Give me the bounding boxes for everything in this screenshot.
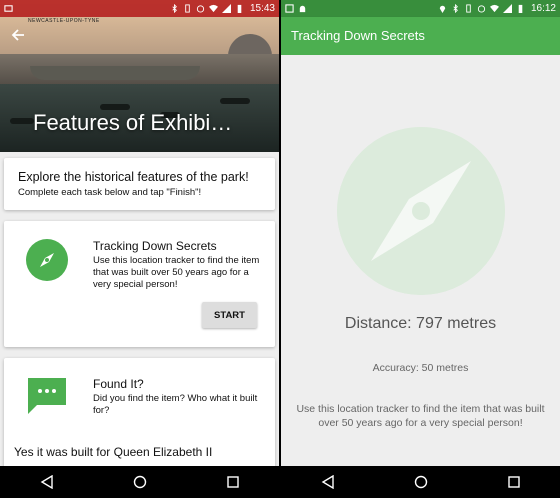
message-icon	[28, 378, 66, 414]
instructions-text: Use this location tracker to find the it…	[296, 403, 545, 429]
intro-title: Explore the historical features of the p…	[18, 170, 249, 184]
nav-back-icon[interactable]	[38, 473, 56, 491]
compass-icon	[337, 127, 505, 295]
status-time: 16:12	[530, 3, 556, 14]
app-bar: Tracking Down Secrets	[281, 17, 560, 55]
task-card-found-it: Found It? Did you find the item? Who wha…	[4, 358, 275, 468]
distance-readout: Distance: 797 metres	[344, 315, 497, 332]
nav-home-icon[interactable]	[131, 473, 149, 491]
signal-icon	[221, 4, 231, 13]
task-description: Did you find the item? Who what it built…	[93, 393, 258, 416]
vibrate-icon	[466, 4, 471, 13]
start-button[interactable]: START	[202, 302, 257, 328]
nav-recents-icon[interactable]	[505, 473, 523, 491]
wifi-icon	[208, 4, 218, 13]
task-title: Tracking Down Secrets	[93, 239, 217, 253]
tracker-content: Distance: 797 metres Accuracy: 50 metres…	[281, 55, 560, 466]
nav-recents-icon[interactable]	[224, 473, 242, 491]
vibrate-icon	[185, 4, 190, 13]
bluetooth-icon	[172, 4, 177, 13]
notification-icon	[4, 5, 13, 12]
hero-caption: NEWCASTLE-UPON-TYNE	[28, 18, 100, 24]
alarm-icon	[196, 5, 205, 13]
image-icon	[285, 4, 294, 13]
task-card-tracking: Tracking Down Secrets Use this location …	[4, 221, 275, 347]
android-icon	[299, 5, 306, 13]
navigation-bar	[281, 466, 560, 498]
status-time: 15:43	[249, 3, 275, 14]
battery-icon	[518, 4, 523, 13]
battery-icon	[237, 4, 242, 13]
task-title: Found It?	[93, 377, 144, 391]
nav-back-icon[interactable]	[319, 473, 337, 491]
intro-subtitle: Complete each task below and tap "Finish…	[18, 187, 202, 198]
status-bar: 15:43	[0, 0, 279, 17]
location-icon	[439, 5, 446, 13]
signal-icon	[502, 4, 512, 13]
bluetooth-icon	[453, 4, 458, 13]
nav-home-icon[interactable]	[412, 473, 430, 491]
accuracy-readout: Accuracy: 50 metres	[372, 362, 469, 374]
right-screen: 16:12 Tracking Down Secrets Distance: 79…	[281, 0, 560, 498]
task-description: Use this location tracker to find the it…	[93, 255, 260, 290]
wifi-icon	[489, 4, 499, 13]
back-arrow-icon[interactable]	[10, 27, 26, 43]
left-screen: 15:43 NEWCASTLE-UPON-TYNE Features of Ex…	[0, 0, 279, 498]
page-title: Features of Exhibi…	[33, 110, 233, 135]
compass-icon	[26, 239, 68, 281]
app-bar-title: Tracking Down Secrets	[291, 28, 425, 43]
status-bar: 16:12	[281, 0, 560, 17]
alarm-icon	[477, 5, 486, 13]
answer-field[interactable]: Yes it was built for Queen Elizabeth II	[14, 445, 212, 459]
navigation-bar	[0, 466, 279, 498]
intro-card: Explore the historical features of the p…	[4, 158, 275, 210]
